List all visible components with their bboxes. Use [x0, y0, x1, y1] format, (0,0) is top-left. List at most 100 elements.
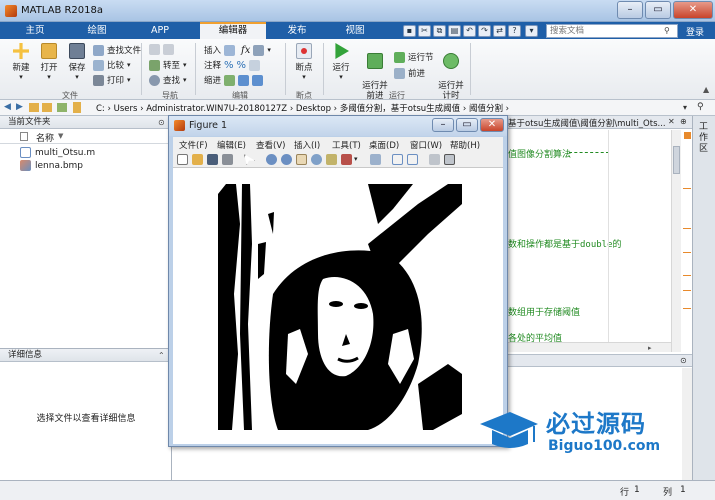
legend-icon[interactable]: [407, 154, 418, 165]
compare-button[interactable]: 比较 ▾: [93, 59, 131, 71]
pan-icon[interactable]: [296, 154, 307, 165]
advance-button[interactable]: 前进: [394, 67, 425, 79]
collapse-ribbon-icon[interactable]: ▲: [703, 85, 709, 94]
back-arrow-icon[interactable]: ◀: [4, 102, 11, 112]
quick-switch-icon[interactable]: ⇄: [493, 25, 506, 37]
quick-copy-icon[interactable]: ⧉: [433, 25, 446, 37]
link-plot-icon[interactable]: [370, 154, 381, 165]
brush-icon[interactable]: [341, 154, 352, 165]
editor-vscrollbar[interactable]: [671, 130, 681, 352]
percent-comment-icon[interactable]: %: [237, 60, 247, 71]
search-input[interactable]: 搜索文档: [546, 24, 678, 38]
editor-expand-icon[interactable]: ⊕: [680, 117, 687, 126]
indent-icon[interactable]: [238, 74, 250, 86]
login-link[interactable]: 登录: [686, 25, 704, 38]
minimize-button[interactable]: –: [617, 1, 643, 19]
wrap-icon[interactable]: [249, 59, 261, 71]
menu-help[interactable]: 帮助(H): [450, 139, 480, 151]
panel-menu-icon[interactable]: ⊙: [158, 118, 165, 127]
tab-editor[interactable]: 编辑器: [200, 22, 266, 39]
workspace-strip[interactable]: 工作区: [692, 116, 715, 480]
name-column-header[interactable]: 名称: [36, 131, 54, 144]
path-search-icon[interactable]: ⚲: [697, 102, 704, 112]
table-icon[interactable]: [253, 44, 265, 56]
print-button[interactable]: 打印 ▾: [93, 74, 131, 86]
tab-home[interactable]: 主页: [10, 22, 60, 39]
quick-save-icon[interactable]: ▪: [403, 25, 416, 37]
workspace-label[interactable]: 工作区: [699, 122, 709, 155]
browse-folder-icon[interactable]: [42, 103, 52, 112]
tab-apps[interactable]: APP: [135, 22, 185, 39]
tab-view[interactable]: 视图: [330, 22, 380, 39]
brush-dropdown-icon[interactable]: ▾: [354, 155, 358, 163]
quick-redo-icon[interactable]: ↷: [478, 25, 491, 37]
run-section-button[interactable]: 运行节: [394, 51, 434, 63]
fx-icon[interactable]: fx: [241, 45, 250, 56]
warning-indicator-icon[interactable]: [684, 132, 691, 139]
tab-plots[interactable]: 绘图: [72, 22, 122, 39]
find-button[interactable]: 查找 ▾: [149, 74, 187, 86]
new-button[interactable]: 新建 ▾: [8, 43, 34, 81]
quick-paste-icon[interactable]: ▤: [448, 25, 461, 37]
comment-button[interactable]: 注释%%: [204, 59, 261, 71]
close-button[interactable]: ✕: [673, 1, 713, 19]
insert-button[interactable]: 插入 fx ▾: [204, 44, 271, 56]
colorbar-icon[interactable]: [392, 154, 403, 165]
zoom-out-icon[interactable]: [281, 154, 292, 165]
figure-minimize-button[interactable]: –: [432, 118, 454, 132]
editor-hscrollbar[interactable]: ▸: [508, 342, 671, 352]
nav-arrows[interactable]: [149, 44, 174, 55]
folder-up-icon[interactable]: [29, 103, 39, 112]
forward-arrow-icon[interactable]: ▶: [16, 102, 23, 112]
code-line[interactable]: 值图像分割算法: [508, 147, 571, 160]
tab-publish[interactable]: 发布: [272, 22, 322, 39]
menu-window[interactable]: 窗口(W): [410, 139, 442, 151]
save-figure-icon[interactable]: [207, 154, 218, 165]
menu-desktop[interactable]: 桌面(D): [369, 139, 399, 151]
menu-file[interactable]: 文件(F): [179, 139, 208, 151]
quick-cut-icon[interactable]: ✂: [418, 25, 431, 37]
menu-tools[interactable]: 工具(T): [332, 139, 361, 151]
new-figure-icon[interactable]: [177, 154, 188, 165]
zoom-in-icon[interactable]: [266, 154, 277, 165]
folder-icon[interactable]: [57, 103, 67, 112]
hide-tools-icon[interactable]: [429, 154, 440, 165]
figure-title-bar[interactable]: Figure 1 – ▭ ✕: [169, 116, 507, 136]
sort-arrow-icon[interactable]: ▼: [58, 132, 63, 140]
print-figure-icon[interactable]: [222, 154, 233, 165]
save-button[interactable]: 保存 ▾: [64, 43, 90, 81]
menu-insert[interactable]: 插入(I): [294, 139, 320, 151]
open-button[interactable]: 打开 ▾: [36, 43, 62, 81]
show-tools-icon[interactable]: [444, 154, 455, 165]
details-toggle-icon[interactable]: ⌃: [158, 351, 165, 360]
file-item-bmp[interactable]: lenna.bmp: [20, 160, 83, 171]
open-file-icon[interactable]: [192, 154, 203, 165]
data-cursor-icon[interactable]: [326, 154, 337, 165]
code-line[interactable]: 数组用于存储阈值: [508, 305, 580, 318]
editor-close-icon[interactable]: ✕: [668, 117, 675, 126]
figure-window[interactable]: Figure 1 – ▭ ✕ 文件(F) 编辑(E) 查看(V) 插入(I) 工…: [168, 115, 508, 447]
menu-edit[interactable]: 编辑(E): [217, 139, 246, 151]
indent-button[interactable]: 缩进: [204, 74, 264, 86]
command-vscrollbar[interactable]: [682, 368, 692, 480]
vscroll-thumb[interactable]: [673, 146, 680, 174]
file-item-mfile[interactable]: multi_Otsu.m: [20, 147, 95, 158]
goto-button[interactable]: 转至 ▾: [149, 59, 187, 71]
edit-plot-icon[interactable]: [244, 154, 255, 165]
figure-canvas[interactable]: [173, 168, 503, 444]
maximize-button[interactable]: ▭: [645, 1, 671, 19]
select-all-checkbox[interactable]: [20, 132, 28, 141]
find-files-button[interactable]: 查找文件: [93, 44, 141, 56]
quick-undo-icon[interactable]: ↶: [463, 25, 476, 37]
breakpoints-button[interactable]: 断点 ▾: [289, 43, 319, 81]
search-icon[interactable]: ⚲: [664, 26, 670, 35]
command-window-menu-icon[interactable]: ⊙: [680, 356, 687, 365]
path-dropdown-icon[interactable]: ▾: [683, 103, 687, 112]
quick-help-icon[interactable]: ?: [508, 25, 521, 37]
quick-customize-icon[interactable]: ▾: [525, 25, 538, 37]
menu-view[interactable]: 查看(V): [256, 139, 285, 151]
current-path[interactable]: C: › Users › Administrator.WIN7U-2018012…: [96, 102, 509, 114]
outdent-icon[interactable]: [252, 74, 264, 86]
figure-maximize-button[interactable]: ▭: [456, 118, 478, 132]
code-line[interactable]: 数和操作都是基于double的: [508, 237, 622, 250]
